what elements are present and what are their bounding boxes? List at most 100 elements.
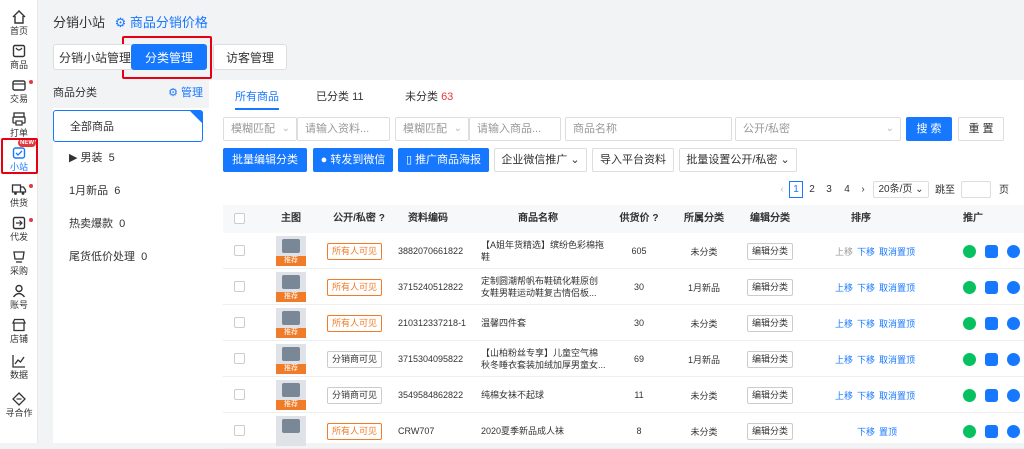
product-thumbnail[interactable]: 推荐 [276,380,306,410]
product-search-input[interactable]: 请输入商品... [469,117,561,141]
next-page-icon[interactable]: › [857,181,869,198]
subtab-classified[interactable]: 已分类 11 [316,88,363,110]
chat-bubble-icon[interactable] [1007,317,1020,330]
mobile-poster-icon[interactable] [985,245,998,258]
sort-action-link[interactable]: 置顶 [879,413,897,449]
nav-account[interactable]: 账号 [0,280,38,318]
visibility-badge[interactable]: 所有人可见 [327,279,383,296]
product-thumbnail[interactable]: 推荐 [276,344,306,374]
visibility-badge[interactable]: 分销商可见 [327,351,383,368]
row-checkbox[interactable] [234,245,245,256]
goto-page-input[interactable] [961,181,991,198]
visibility-badge[interactable]: 所有人可见 [327,423,383,440]
product-name[interactable]: 纯棉女袜不起球 [481,377,606,413]
select-all-checkbox[interactable] [234,213,245,224]
product-name[interactable]: 【A姐年货精选】缤纷色彩棉拖鞋 [481,233,606,269]
product-name[interactable]: 【山柏粉丝专享】儿童空气棉秋冬睡衣套装加绒加厚男童女... [481,341,606,377]
product-name[interactable]: 温馨四件套 [481,305,606,341]
row-checkbox[interactable] [234,317,245,328]
mobile-poster-icon[interactable] [985,389,998,402]
nav-purchase[interactable]: 采购 [0,246,38,284]
sort-action-link[interactable]: 上移 [835,341,853,377]
wechat-share-icon[interactable] [963,281,976,294]
wechat-share-icon[interactable] [963,317,976,330]
sort-action-link[interactable]: 取消置顶 [879,377,915,413]
mobile-poster-icon[interactable] [985,281,998,294]
category-item-all[interactable]: 全部商品 [53,110,203,142]
sort-action-link[interactable]: 下移 [857,233,875,269]
category-item-january-new[interactable]: 1月新品 6 [53,175,219,207]
visibility-select[interactable]: 公开/私密 ⌄ [735,117,901,141]
subtab-unclassified[interactable]: 未分类 63 [405,88,453,110]
product-thumbnail[interactable]: 推荐 [276,272,306,302]
edit-category-button[interactable]: 编辑分类 [747,279,793,296]
chat-bubble-icon[interactable] [1007,281,1020,294]
page-3[interactable]: 3 [823,181,835,198]
product-thumbnail[interactable]: 推荐 [276,236,306,266]
nav-supply[interactable]: 供货 [0,178,38,216]
chat-bubble-icon[interactable] [1007,389,1020,402]
wechat-share-icon[interactable] [963,425,976,438]
sort-action-link[interactable]: 下移 [857,305,875,341]
row-checkbox[interactable] [234,389,245,400]
nav-store[interactable]: 小站 NEW [0,139,38,180]
sort-action-link[interactable]: 下移 [857,377,875,413]
nav-trade[interactable]: 交易 [0,74,38,112]
row-checkbox[interactable] [234,281,245,292]
sort-action-link[interactable]: 上移 [835,269,853,305]
visibility-badge[interactable]: 分销商可见 [327,387,383,404]
category-manage-link[interactable]: ⚙ 管理 [168,84,203,100]
product-name[interactable]: 2020夏季新品成人袜 [481,413,606,449]
batch-edit-category-button[interactable]: 批量编辑分类 [223,148,307,172]
product-name-input[interactable]: 商品名称 [565,117,732,141]
visibility-badge[interactable]: 所有人可见 [327,315,383,332]
product-thumbnail[interactable] [276,416,306,446]
mobile-poster-icon[interactable] [985,353,998,366]
promote-poster-button[interactable]: ▯ 推广商品海报 [398,148,489,172]
enterprise-wechat-button[interactable]: 企业微信推广 ⌄ [494,148,587,172]
page-1[interactable]: 1 [789,181,803,198]
nav-cooperation[interactable]: 寻合作 [0,388,38,426]
reset-button[interactable]: 重 置 [958,117,1004,141]
prev-page-icon[interactable]: ‹ [775,181,789,198]
tab-store-manage[interactable]: 分销小站管理 [53,44,137,70]
page-4[interactable]: 4 [841,181,853,198]
match-mode-select-2[interactable]: 模糊匹配 ⌄ [395,117,469,141]
edit-category-button[interactable]: 编辑分类 [747,387,793,404]
row-checkbox[interactable] [234,425,245,436]
page-size-select[interactable]: 20条/页 ⌄ [873,181,929,198]
edit-category-button[interactable]: 编辑分类 [747,315,793,332]
nav-data[interactable]: 数据 [0,350,38,388]
wechat-share-icon[interactable] [963,245,976,258]
tab-visitor-manage[interactable]: 访客管理 [213,44,287,70]
sort-action-link[interactable]: 上移 [835,377,853,413]
batch-visibility-button[interactable]: 批量设置公开/私密 ⌄ [679,148,797,172]
mobile-poster-icon[interactable] [985,425,998,438]
sort-action-link[interactable]: 下移 [857,413,875,449]
breadcrumb-root[interactable]: 分销小站 [53,15,105,30]
tab-category-manage[interactable]: 分类管理 [131,44,207,70]
nav-dropship[interactable]: 代发 [0,212,38,250]
sort-action-link[interactable]: 下移 [857,269,875,305]
page-2[interactable]: 2 [806,181,818,198]
sort-action-link[interactable]: 取消置顶 [879,341,915,377]
sort-action-link[interactable]: 上移 [835,305,853,341]
import-data-button[interactable]: 导入平台资料 [592,148,674,172]
sort-action-link[interactable]: 取消置顶 [879,233,915,269]
sort-action-link[interactable]: 上移 [835,233,853,269]
product-thumbnail[interactable]: 推荐 [276,308,306,338]
sort-action-link[interactable]: 取消置顶 [879,305,915,341]
nav-shop[interactable]: 店铺 [0,314,38,352]
code-search-input[interactable]: 请输入资料... [297,117,390,141]
nav-home[interactable]: 首页 [0,6,38,44]
search-button[interactable]: 搜 索 [906,117,952,141]
category-item-menswear[interactable]: ▶ 男装 5 [53,142,219,174]
chat-bubble-icon[interactable] [1007,425,1020,438]
wechat-share-icon[interactable] [963,389,976,402]
breadcrumb-current[interactable]: ⚙ 商品分销价格 [115,15,208,30]
sort-action-link[interactable]: 下移 [857,341,875,377]
row-checkbox[interactable] [234,353,245,364]
subtab-all-products[interactable]: 所有商品 [235,88,279,110]
sort-action-link[interactable]: 取消置顶 [879,269,915,305]
edit-category-button[interactable]: 编辑分类 [747,243,793,260]
